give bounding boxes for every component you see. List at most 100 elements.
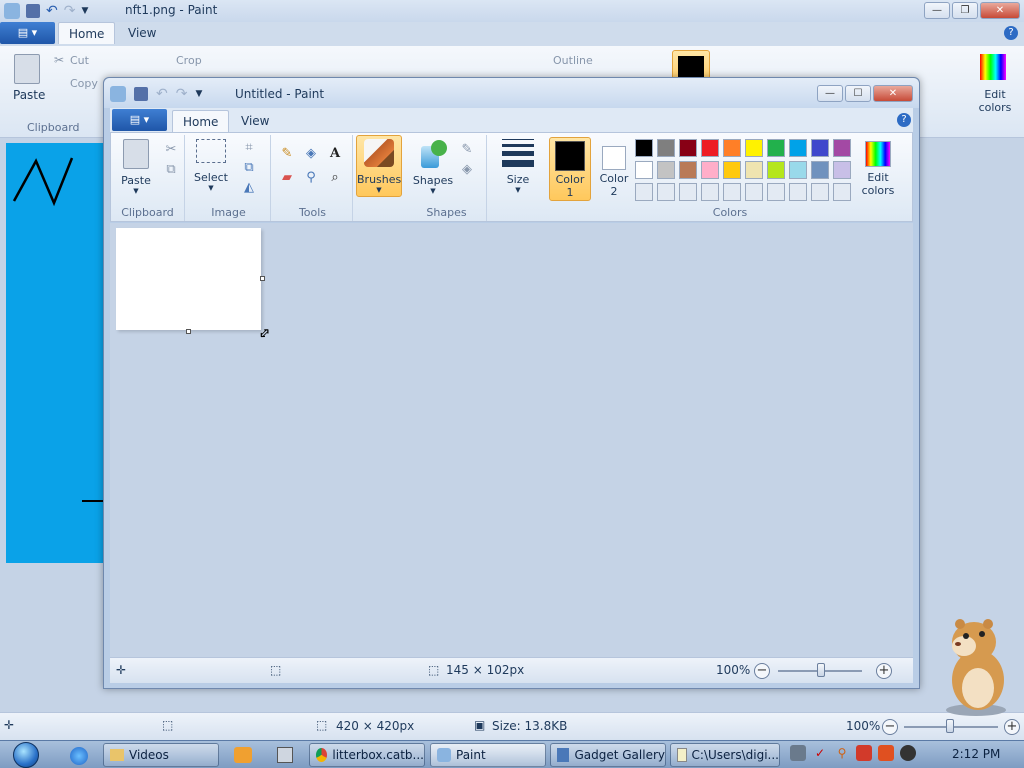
palette-color-swatch[interactable] bbox=[723, 161, 741, 179]
close-button[interactable]: ✕ bbox=[980, 2, 1020, 19]
palette-color-swatch[interactable] bbox=[833, 161, 851, 179]
custom-color-slot[interactable] bbox=[811, 183, 829, 201]
zoom-slider-thumb[interactable] bbox=[946, 719, 954, 733]
resize-handle-bottom[interactable] bbox=[186, 329, 191, 334]
start-button[interactable] bbox=[4, 741, 48, 768]
palette-color-swatch[interactable] bbox=[723, 139, 741, 157]
paint-menu-button[interactable]: ▤ ▾ bbox=[112, 109, 167, 131]
cut-icon[interactable]: ✂ bbox=[161, 139, 181, 159]
outline-button[interactable]: Outline bbox=[553, 54, 593, 67]
crop-button[interactable]: Crop bbox=[176, 54, 202, 67]
customize-qat-icon[interactable]: ▼ bbox=[81, 6, 88, 16]
customize-qat-icon[interactable]: ▼ bbox=[195, 89, 202, 99]
crop-icon[interactable]: ⌗ bbox=[239, 137, 259, 157]
background-image-canvas[interactable] bbox=[6, 143, 106, 563]
shape-fill-icon[interactable]: ◈ bbox=[457, 159, 477, 179]
zoom-in-button[interactable]: + bbox=[876, 663, 892, 679]
custom-color-slot[interactable] bbox=[701, 183, 719, 201]
taskbar-item-paint[interactable]: Paint bbox=[430, 743, 546, 767]
copy-icon[interactable]: ⧉ bbox=[161, 159, 181, 179]
help-icon[interactable]: ? bbox=[1004, 26, 1018, 40]
zoom-out-button[interactable]: − bbox=[754, 663, 770, 679]
taskbar-item-gadget-gallery[interactable]: Gadget Gallery bbox=[550, 743, 666, 767]
copy-button[interactable]: Copy bbox=[70, 77, 98, 90]
search-tray-icon[interactable]: ⚲ bbox=[834, 745, 850, 761]
resize-icon[interactable]: ⧉ bbox=[239, 157, 259, 177]
palette-color-swatch[interactable] bbox=[811, 139, 829, 157]
palette-color-swatch[interactable] bbox=[635, 161, 653, 179]
custom-color-slot[interactable] bbox=[833, 183, 851, 201]
tab-view[interactable]: View bbox=[118, 22, 166, 44]
minimize-button[interactable]: — bbox=[924, 2, 950, 19]
palette-color-swatch[interactable] bbox=[679, 161, 697, 179]
taskbar-item-chrome[interactable]: litterbox.catb... bbox=[309, 743, 425, 767]
custom-color-slot[interactable] bbox=[745, 183, 763, 201]
edit-colors-button[interactable]: Edit colors bbox=[977, 88, 1013, 114]
minimize-button[interactable]: — bbox=[817, 85, 843, 102]
select-button[interactable]: Select ▼ bbox=[191, 137, 231, 199]
paste-button[interactable]: Paste ▼ bbox=[115, 137, 157, 199]
palette-color-swatch[interactable] bbox=[767, 161, 785, 179]
custom-color-slot[interactable] bbox=[679, 183, 697, 201]
palette-color-swatch[interactable] bbox=[833, 139, 851, 157]
flag-tray-icon[interactable] bbox=[856, 745, 872, 761]
zoom-in-button[interactable]: + bbox=[1004, 719, 1020, 735]
tab-home[interactable]: Home bbox=[172, 110, 230, 132]
shapes-button[interactable]: Shapes ▼ bbox=[411, 137, 455, 199]
drawing-canvas[interactable] bbox=[116, 228, 261, 330]
clock[interactable]: 2:12 PM bbox=[952, 747, 1000, 761]
zoom-out-button[interactable]: − bbox=[882, 719, 898, 735]
tab-view[interactable]: View bbox=[231, 110, 279, 132]
paint-menu-button[interactable]: ▤ ▾ bbox=[0, 22, 55, 44]
size-button[interactable]: Size ▼ bbox=[495, 135, 541, 197]
outline-icon[interactable]: ✎ bbox=[457, 139, 477, 159]
palette-color-swatch[interactable] bbox=[679, 139, 697, 157]
custom-color-slot[interactable] bbox=[635, 183, 653, 201]
resize-handle-right[interactable] bbox=[260, 276, 265, 281]
close-button[interactable]: ✕ bbox=[873, 85, 913, 102]
palette-color-swatch[interactable] bbox=[745, 161, 763, 179]
edit-colors-button[interactable]: Edit colors bbox=[855, 137, 901, 201]
fill-icon[interactable]: ◈ bbox=[301, 143, 321, 163]
window-title-bar[interactable]: ↶ ↷ ▼ Untitled - Paint — ☐ ✕ bbox=[104, 78, 919, 108]
rotate-icon[interactable]: ◭ bbox=[239, 177, 259, 197]
cut-button[interactable]: Cut bbox=[70, 54, 89, 67]
volume-tray-icon[interactable] bbox=[900, 745, 916, 761]
color-picker-icon[interactable]: ⚲ bbox=[301, 167, 321, 187]
eraser-icon[interactable]: ▰ bbox=[277, 167, 297, 187]
custom-color-slot[interactable] bbox=[657, 183, 675, 201]
text-icon[interactable]: A bbox=[325, 143, 345, 163]
magnifier-icon[interactable]: ⌕ bbox=[325, 167, 345, 187]
media-player-icon[interactable] bbox=[234, 747, 252, 763]
calculator-icon[interactable] bbox=[277, 747, 293, 763]
palette-color-swatch[interactable] bbox=[789, 139, 807, 157]
save-icon[interactable] bbox=[26, 4, 40, 18]
palette-color-swatch[interactable] bbox=[657, 139, 675, 157]
color2-button[interactable]: Color 2 bbox=[595, 137, 633, 201]
paste-button[interactable]: Paste bbox=[13, 88, 45, 102]
network-tray-icon[interactable] bbox=[790, 745, 806, 761]
redo-icon[interactable]: ↷ bbox=[176, 86, 188, 102]
hamster-gadget[interactable] bbox=[930, 610, 1020, 720]
palette-color-swatch[interactable] bbox=[745, 139, 763, 157]
color1-button[interactable]: Color 1 bbox=[549, 137, 591, 201]
undo-icon[interactable]: ↶ bbox=[46, 3, 58, 19]
taskbar-item-explorer[interactable]: C:\Users\digi... bbox=[670, 743, 780, 767]
palette-color-swatch[interactable] bbox=[701, 139, 719, 157]
palette-color-swatch[interactable] bbox=[657, 161, 675, 179]
brushes-button[interactable]: Brushes ▼ bbox=[356, 135, 402, 197]
battery-tray-icon[interactable] bbox=[878, 745, 894, 761]
save-icon[interactable] bbox=[134, 87, 148, 101]
palette-color-swatch[interactable] bbox=[635, 139, 653, 157]
palette-color-swatch[interactable] bbox=[767, 139, 785, 157]
undo-icon[interactable]: ↶ bbox=[156, 86, 168, 102]
palette-color-swatch[interactable] bbox=[811, 161, 829, 179]
maximize-button[interactable]: ☐ bbox=[845, 85, 871, 102]
custom-color-slot[interactable] bbox=[723, 183, 741, 201]
tab-home[interactable]: Home bbox=[58, 22, 116, 44]
zoom-slider-thumb[interactable] bbox=[817, 663, 825, 677]
taskbar-item-videos[interactable]: Videos bbox=[103, 743, 219, 767]
custom-color-slot[interactable] bbox=[789, 183, 807, 201]
pencil-icon[interactable]: ✎ bbox=[277, 143, 297, 163]
check-tray-icon[interactable]: ✓ bbox=[812, 745, 828, 761]
